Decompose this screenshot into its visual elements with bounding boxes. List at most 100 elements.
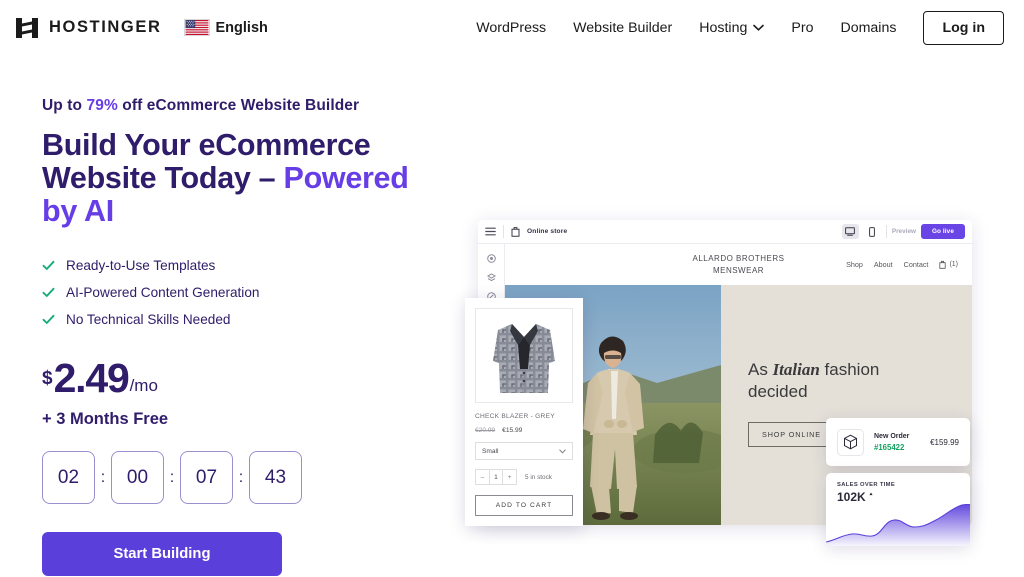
package-box-icon	[844, 434, 857, 450]
nav-label: Domains	[840, 19, 897, 36]
page-title: Build Your eCommerce Website Today – Pow…	[42, 128, 442, 229]
store-link-contact[interactable]: Contact	[904, 260, 929, 269]
go-live-button[interactable]: Go live	[920, 224, 965, 239]
package-box-icon-wrap	[837, 428, 864, 456]
store-link-shop[interactable]: Shop	[846, 260, 863, 269]
quantity-row: – 1 + 5 in stock	[475, 469, 573, 485]
product-price: €20.99 €15.99	[475, 427, 573, 434]
headline-line-2: Website Today –	[42, 161, 284, 196]
order-text-block: New Order #165422	[874, 433, 909, 452]
feature-label: AI-Powered Content Generation	[66, 284, 260, 300]
store-navbar: ALLARDO BROTHERS MENSWEAR Shop About Con…	[505, 244, 972, 285]
nav-item-pro[interactable]: Pro	[791, 20, 813, 36]
monitor-icon	[845, 227, 856, 236]
order-amount: €159.99	[930, 437, 959, 447]
quantity-stepper[interactable]: – 1 +	[475, 469, 517, 485]
nav-item-hosting[interactable]: Hosting	[699, 19, 765, 36]
headline-accent-2: by AI	[42, 194, 114, 229]
hero-section: Up to 79% off eCommerce Website Builder …	[0, 55, 1024, 577]
price-block: $ 2.49 /mo	[42, 358, 442, 399]
nav-label: Pro	[791, 19, 814, 36]
size-value: Small	[482, 447, 499, 455]
countdown-timer: 02 : 00 : 07 : 43	[42, 451, 442, 505]
product-image	[475, 308, 573, 403]
nav-item-domains[interactable]: Domains	[840, 20, 896, 36]
sales-over-time-card: SALES OVER TIME 102K	[826, 473, 970, 546]
check-icon	[42, 315, 55, 325]
mobile-view-button[interactable]	[864, 224, 881, 239]
countdown-unit-days: 02	[42, 451, 95, 505]
nav-item-website-builder[interactable]: Website Builder	[573, 20, 672, 36]
eyebrow-post: off eCommerce Website Builder	[117, 97, 360, 114]
headline-accent-1: Powered	[283, 161, 409, 196]
sales-value-row: 102K	[826, 488, 970, 504]
hero-heading: As Italian fashion decided	[748, 359, 972, 403]
price-new: €15.99	[502, 427, 523, 434]
feature-label: No Technical Skills Needed	[66, 312, 231, 328]
target-icon[interactable]	[486, 254, 496, 263]
sales-area-chart	[826, 504, 970, 546]
qty-decrement-button[interactable]: –	[476, 470, 489, 484]
check-icon	[42, 260, 55, 270]
language-label: English	[215, 19, 268, 36]
countdown-separator: :	[238, 468, 244, 486]
preview-link[interactable]: Preview	[892, 228, 916, 235]
hero-text-line2: decided	[748, 382, 808, 402]
check-icon	[42, 287, 55, 297]
hero-text-pre: As	[748, 360, 773, 379]
price-old: €20.99	[475, 427, 496, 434]
main-nav: WordPress Website Builder Hosting Pro Do…	[476, 10, 1004, 45]
qty-value: 1	[489, 470, 503, 484]
eyebrow-pre: Up to	[42, 97, 87, 114]
toolbar-right-group: Preview Go live	[841, 224, 965, 239]
countdown-unit-seconds: 43	[249, 451, 302, 505]
store-brand-line-2: MENSWEAR	[712, 265, 765, 275]
start-building-button[interactable]: Start Building	[42, 532, 282, 577]
list-item: No Technical Skills Needed	[42, 306, 442, 333]
shopping-bag-icon	[939, 260, 947, 269]
brand-name: HOSTINGER	[49, 18, 162, 36]
login-button[interactable]: Log in	[923, 10, 1004, 45]
feature-list: Ready-to-Use Templates AI-Powered Conten…	[42, 252, 442, 334]
chevron-down-icon	[559, 449, 566, 454]
size-select[interactable]: Small	[475, 442, 573, 460]
store-link-about[interactable]: About	[874, 260, 893, 269]
hostinger-h-logo-icon	[16, 17, 38, 38]
cart-button[interactable]: (1)	[939, 260, 958, 269]
add-to-cart-button[interactable]: ADD TO CART	[475, 495, 573, 516]
site-header: HOSTINGER English WordPress Website Buil…	[0, 0, 1024, 55]
hamburger-icon[interactable]	[485, 227, 496, 236]
new-order-card: New Order #165422 €159.99	[826, 418, 970, 466]
countdown-separator: :	[100, 468, 106, 486]
layers-icon[interactable]	[486, 273, 496, 282]
feature-label: Ready-to-Use Templates	[66, 257, 216, 273]
hero-text-italic: Italian	[772, 360, 820, 379]
storefront-bag-icon	[511, 227, 520, 237]
store-brand-line-1: ALLARDO BROTHERS	[692, 254, 785, 264]
stock-label: 5 in stock	[525, 473, 552, 481]
countdown-separator: :	[169, 468, 175, 486]
chevron-down-icon	[753, 24, 765, 31]
price-amount: 2.49	[53, 355, 130, 402]
shop-online-button[interactable]: SHOP ONLINE	[748, 422, 835, 448]
qty-increment-button[interactable]: +	[503, 470, 516, 484]
toolbar-divider	[503, 225, 504, 238]
nav-item-wordpress[interactable]: WordPress	[476, 20, 546, 36]
product-title: CHECK BLAZER - GREY	[475, 413, 555, 420]
site-name-label: Online store	[527, 228, 568, 235]
sales-card-title: SALES OVER TIME	[837, 482, 896, 488]
mobile-icon	[869, 226, 876, 237]
check-blazer-photo	[493, 323, 555, 393]
cart-count: (1)	[949, 261, 958, 268]
us-flag-icon	[183, 19, 210, 36]
hero-text-post: fashion	[819, 360, 880, 379]
desktop-view-button[interactable]	[841, 224, 859, 239]
brand-logo[interactable]: HOSTINGER	[14, 15, 162, 41]
product-mockup: Online store Preview Go live ALLARDO BRO…	[465, 220, 972, 546]
language-selector[interactable]: English	[183, 19, 268, 36]
builder-toolbar: Online store Preview Go live	[478, 220, 972, 244]
countdown-unit-minutes: 07	[180, 451, 233, 505]
list-item: Ready-to-Use Templates	[42, 252, 442, 279]
arrow-up-icon	[869, 492, 873, 496]
nav-label: Hosting	[699, 19, 748, 36]
